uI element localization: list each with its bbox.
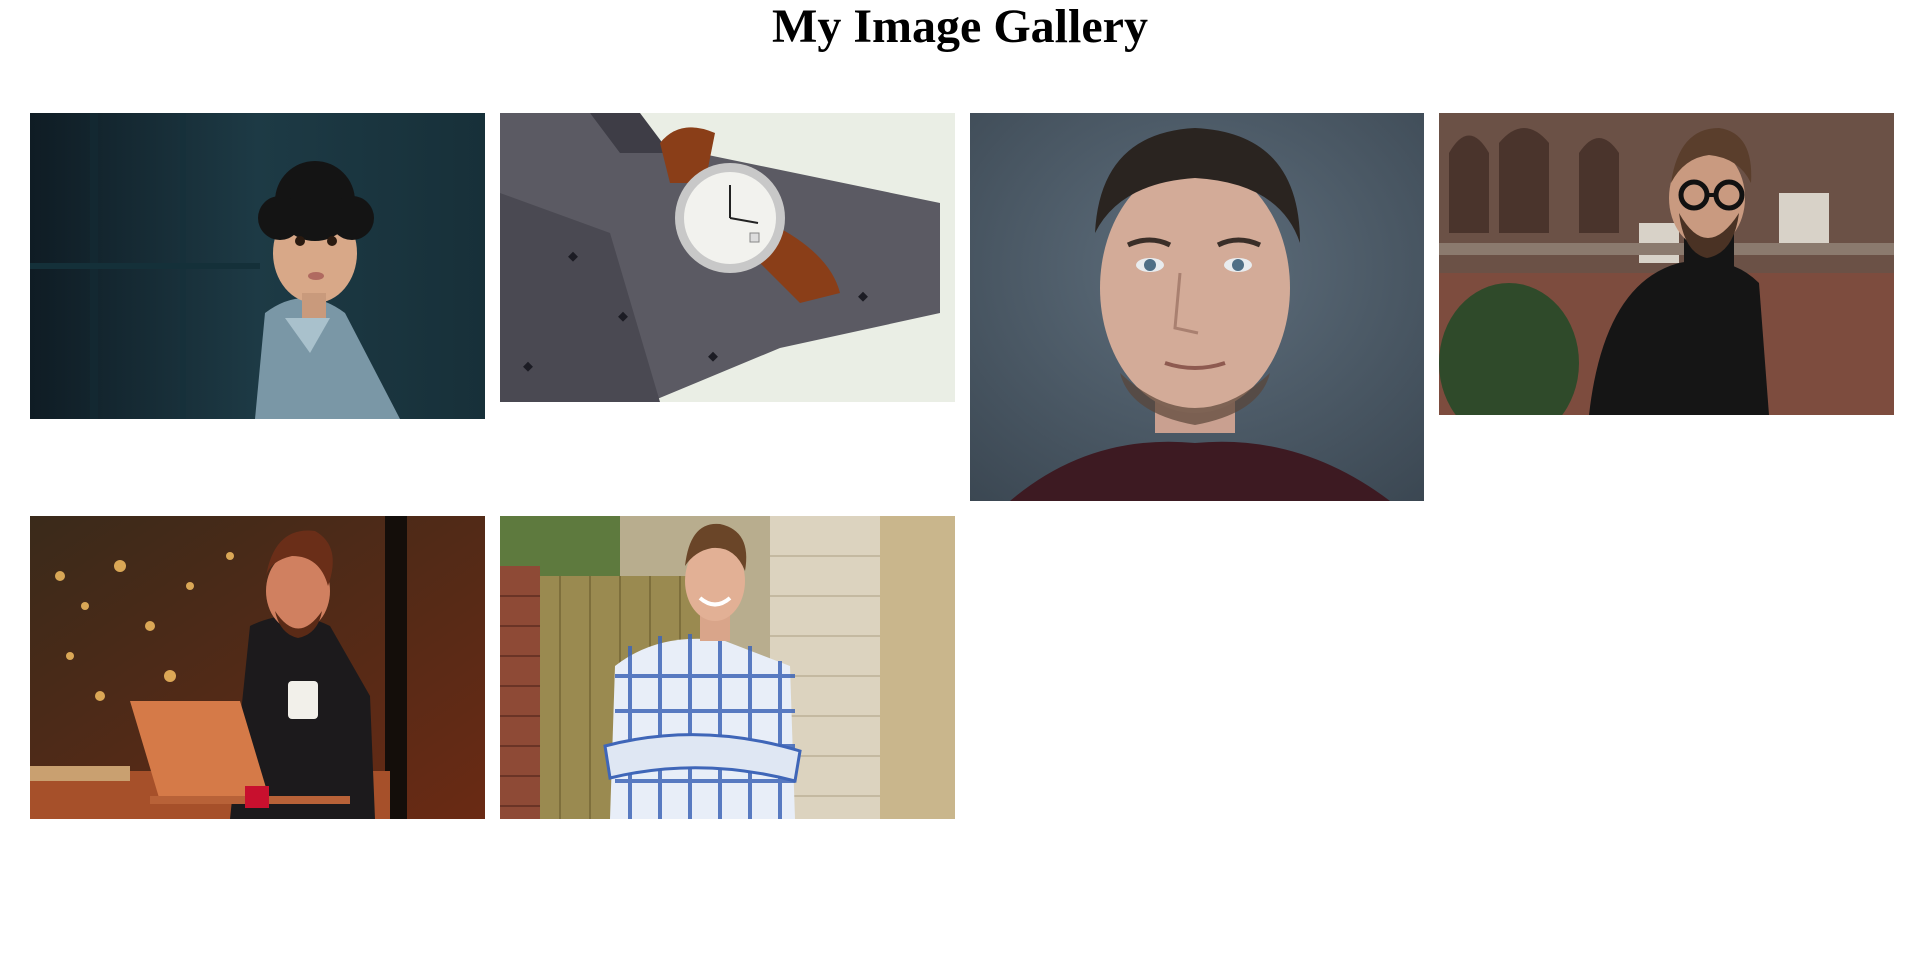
gallery-image-child[interactable]	[30, 113, 485, 419]
gallery-image-watch[interactable]	[500, 113, 955, 402]
gallery-image-glasses-man[interactable]	[1439, 113, 1894, 415]
image-gallery	[30, 113, 1900, 853]
page-title: My Image Gallery	[772, 0, 1148, 53]
gallery-image-portrait[interactable]	[970, 113, 1424, 501]
gallery-image-laptop-man[interactable]	[30, 516, 485, 819]
gallery-image-plaid-man[interactable]	[500, 516, 955, 819]
